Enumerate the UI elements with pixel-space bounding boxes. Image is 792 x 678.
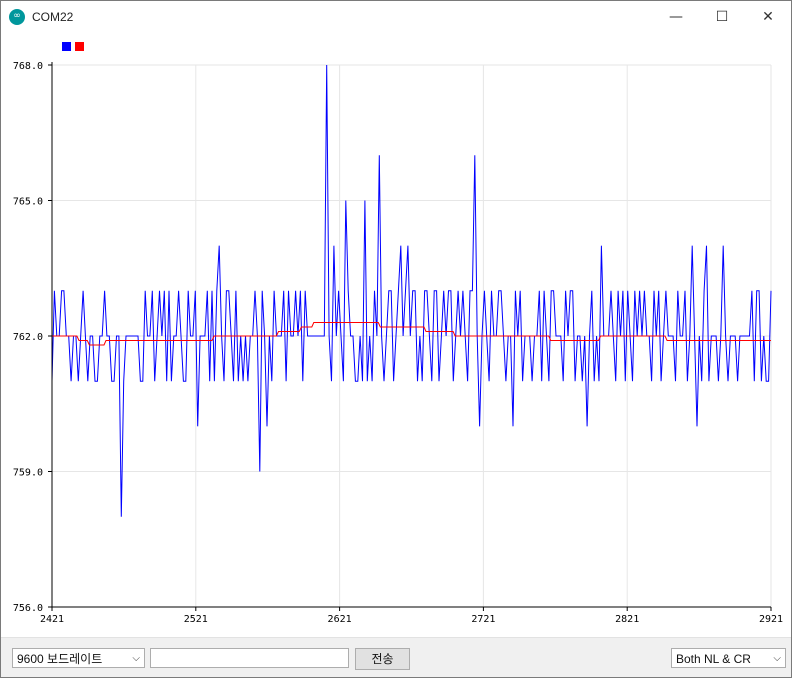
y-tick-label: 759.0 — [13, 468, 43, 479]
send-button[interactable]: 전송 — [355, 648, 410, 670]
bottom-toolbar: 9600 보드레이트 ⌵ 전송 Both NL & CR ⌵ — [1, 637, 791, 677]
maximize-icon: ☐ — [715, 8, 729, 25]
legend-swatch-2 — [75, 42, 84, 51]
serial-plot: 756.0 759.0 762.0 765.0 768.0 2421 2521 2621 272… — [13, 42, 783, 625]
maximize-button[interactable]: ☐ — [699, 1, 745, 32]
legend — [62, 42, 84, 51]
x-tick-label: 2521 — [184, 614, 208, 625]
y-tick-label: 756.0 — [13, 603, 43, 614]
baud-rate-select[interactable]: 9600 보드레이트 ⌵ — [12, 648, 145, 668]
x-tick-label: 2921 — [759, 614, 783, 625]
minimize-icon: — — [669, 8, 683, 25]
serial-plotter-window: ∞ COM22 — ☐ ✕ 756.0 759.0 762.0 765.0 768.0 2… — [0, 0, 792, 678]
arduino-icon: ∞ — [9, 8, 25, 25]
chevron-down-icon: ⌵ — [132, 653, 140, 664]
message-input[interactable] — [150, 648, 349, 668]
line-ending-value: Both NL & CR — [676, 652, 751, 666]
baud-rate-value: 9600 보드레이트 — [17, 652, 103, 666]
y-tick-label: 762.0 — [13, 332, 43, 343]
legend-swatch-1 — [62, 42, 71, 51]
plot-area: 756.0 759.0 762.0 765.0 768.0 2421 2521 2621 272… — [1, 32, 791, 637]
minimize-button[interactable]: — — [653, 1, 699, 32]
line-ending-select[interactable]: Both NL & CR ⌵ — [671, 648, 786, 668]
x-tick-label: 2821 — [615, 614, 639, 625]
series-layer — [51, 64, 772, 517]
tick-labels: 756.0 759.0 762.0 765.0 768.0 2421 2521 2621 272… — [13, 61, 783, 625]
x-tick-label: 2721 — [471, 614, 495, 625]
x-tick-label: 2421 — [40, 614, 64, 625]
x-tick-label: 2621 — [328, 614, 352, 625]
close-button[interactable]: ✕ — [745, 1, 791, 32]
series-line-1 — [51, 64, 772, 517]
title-bar: ∞ COM22 — ☐ ✕ — [1, 1, 791, 32]
window-title: COM22 — [32, 9, 74, 24]
close-icon: ✕ — [762, 8, 774, 25]
chevron-down-icon: ⌵ — [773, 653, 781, 664]
y-tick-label: 768.0 — [13, 61, 43, 72]
y-tick-label: 765.0 — [13, 197, 43, 208]
window-controls: — ☐ ✕ — [653, 1, 791, 32]
